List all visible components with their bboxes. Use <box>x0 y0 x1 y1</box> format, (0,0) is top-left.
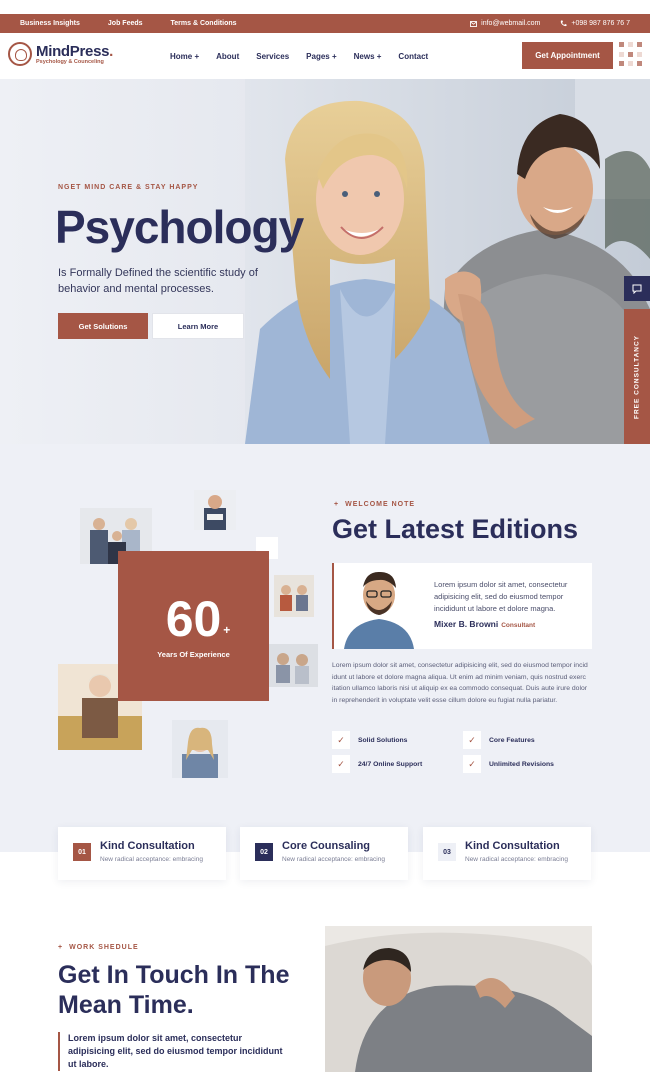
feature-core-features: ✓ Core Features <box>463 731 535 749</box>
brand-name-dot: . <box>109 43 114 60</box>
nav-about[interactable]: About <box>216 52 239 61</box>
support-group-photo <box>268 644 318 687</box>
service-card-2[interactable]: 02 Core Counsaling New radical acceptanc… <box>240 827 408 880</box>
man-reading-photo <box>194 490 236 530</box>
chat-button[interactable] <box>624 276 650 301</box>
phone-contact[interactable]: +098 987 876 76 7 <box>560 20 630 27</box>
top-bar: Business Insights Job Feeds Terms & Cond… <box>0 14 650 33</box>
feature-unlimited-revisions: ✓ Unlimited Revisions <box>463 755 554 773</box>
feature-solid-solutions: ✓ Solid Solutions <box>332 731 407 749</box>
menu-grid-icon[interactable] <box>619 42 644 67</box>
brand-tagline: Psychology & Counceling <box>36 59 104 65</box>
about-title: Get Latest Editions <box>332 514 579 544</box>
work-subtitle: Lorem ipsum dolor sit amet, consectetur … <box>58 1032 288 1071</box>
learn-more-button[interactable]: Learn More <box>152 313 244 339</box>
chat-icon <box>632 284 642 294</box>
brand-name-main: MindPress <box>36 43 110 60</box>
logo[interactable]: MindPress. Psychology & Counceling <box>8 42 113 66</box>
brain-logo-icon <box>8 42 32 66</box>
service-title: Core Counsaling <box>282 840 371 852</box>
about-body: Lorem ipsum dolor sit amet, consectetur … <box>332 662 588 705</box>
nav-news[interactable]: News + <box>354 52 382 61</box>
nav-contact[interactable]: Contact <box>398 52 428 61</box>
service-number: 01 <box>73 843 91 861</box>
check-icon: ✓ <box>332 731 350 749</box>
hero-kicker: NGET MIND CARE & STAY HAPPY <box>58 184 199 191</box>
nav-home[interactable]: Home + <box>170 52 199 61</box>
service-desc: New radical acceptance: embracing <box>100 856 203 863</box>
top-contact: info@webmail.com +098 987 876 76 7 <box>470 14 630 33</box>
feature-label: Unlimited Revisions <box>489 760 554 768</box>
feature-label: 24/7 Online Support <box>358 760 423 768</box>
get-solutions-button[interactable]: Get Solutions <box>58 313 148 339</box>
main-nav: Home + About Services Pages + News + Con… <box>170 33 428 79</box>
site-header: MindPress. Psychology & Counceling Home … <box>0 33 650 79</box>
check-icon: ✓ <box>463 731 481 749</box>
service-desc: New radical acceptance: embracing <box>282 856 385 863</box>
experience-box: 60 + Years Of Experience <box>118 551 269 701</box>
hero-section: NGET MIND CARE & STAY HAPPY Psychology I… <box>0 79 650 444</box>
feature-online-support: ✓ 24/7 Online Support <box>332 755 422 773</box>
relaxed-man-photo <box>325 926 592 1072</box>
author-name: Mixer B. Browni <box>434 619 499 629</box>
experience-label: Years Of Experience <box>157 649 230 659</box>
service-card-3[interactable]: 03 Kind Consultation New radical accepta… <box>423 827 591 880</box>
about-section: 60 + Years Of Experience + WELCOME NOTE Ge… <box>0 444 650 852</box>
check-icon: ✓ <box>463 755 481 773</box>
hero-couple-photo <box>245 79 650 444</box>
hero-title: Psychology <box>55 201 304 253</box>
email-contact[interactable]: info@webmail.com <box>470 20 540 27</box>
experience-number-value: 60 <box>165 590 222 647</box>
thoughtful-woman-photo <box>172 720 228 778</box>
top-links: Business Insights Job Feeds Terms & Cond… <box>20 14 237 33</box>
service-card-1[interactable]: 01 Kind Consultation New radical accepta… <box>58 827 226 880</box>
phone-icon <box>561 20 567 27</box>
experience-number: 60 + <box>165 590 231 647</box>
check-icon: ✓ <box>332 755 350 773</box>
welcome-kicker-text: WELCOME NOTE <box>345 501 416 508</box>
top-link-terms[interactable]: Terms & Conditions <box>171 20 237 27</box>
welcome-kicker: + WELCOME NOTE <box>334 501 416 508</box>
nav-services[interactable]: Services <box>256 52 289 61</box>
author-role: Consultant <box>501 622 536 629</box>
envelope-icon <box>470 20 478 27</box>
testimonial-author: Mixer B. Browni Consultant <box>434 619 535 629</box>
testimonial-quote: Lorem ipsum dolor sit amet, consectetur … <box>434 580 568 613</box>
service-desc: New radical acceptance: embracing <box>465 856 568 863</box>
experience-plus: + <box>223 622 231 637</box>
nav-pages[interactable]: Pages + <box>306 52 336 61</box>
service-number: 03 <box>438 843 456 861</box>
top-link-business-insights[interactable]: Business Insights <box>20 20 80 27</box>
feature-label: Core Features <box>489 736 535 744</box>
service-title: Kind Consultation <box>465 840 560 852</box>
hero-subtitle: Is Formally Defined the scientific study… <box>58 267 258 295</box>
free-consultancy-tab[interactable]: FREE CONSULTANCY <box>624 309 650 444</box>
get-appointment-button[interactable]: Get Appointment <box>522 42 613 69</box>
feature-label: Solid Solutions <box>358 736 408 744</box>
consultation-photo <box>274 575 314 617</box>
free-consultancy-label: FREE CONSULTANCY <box>633 334 641 419</box>
top-link-job-feeds[interactable]: Job Feeds <box>108 20 143 27</box>
email-text: info@webmail.com <box>481 20 541 27</box>
logo-text: MindPress. Psychology & Counceling <box>36 43 113 65</box>
brand-name: MindPress. <box>36 43 113 60</box>
service-number: 02 <box>255 843 273 861</box>
work-title: Get In Touch In The Mean Time. <box>58 961 290 1019</box>
phone-text: +098 987 876 76 7 <box>571 20 630 27</box>
work-kicker: + WORK SHEDULE <box>58 944 139 951</box>
service-title: Kind Consultation <box>100 840 195 852</box>
consultant-avatar <box>338 563 420 649</box>
work-kicker-text: WORK SHEDULE <box>69 944 139 951</box>
testimonial-card: Lorem ipsum dolor sit amet, consectetur … <box>332 563 592 649</box>
